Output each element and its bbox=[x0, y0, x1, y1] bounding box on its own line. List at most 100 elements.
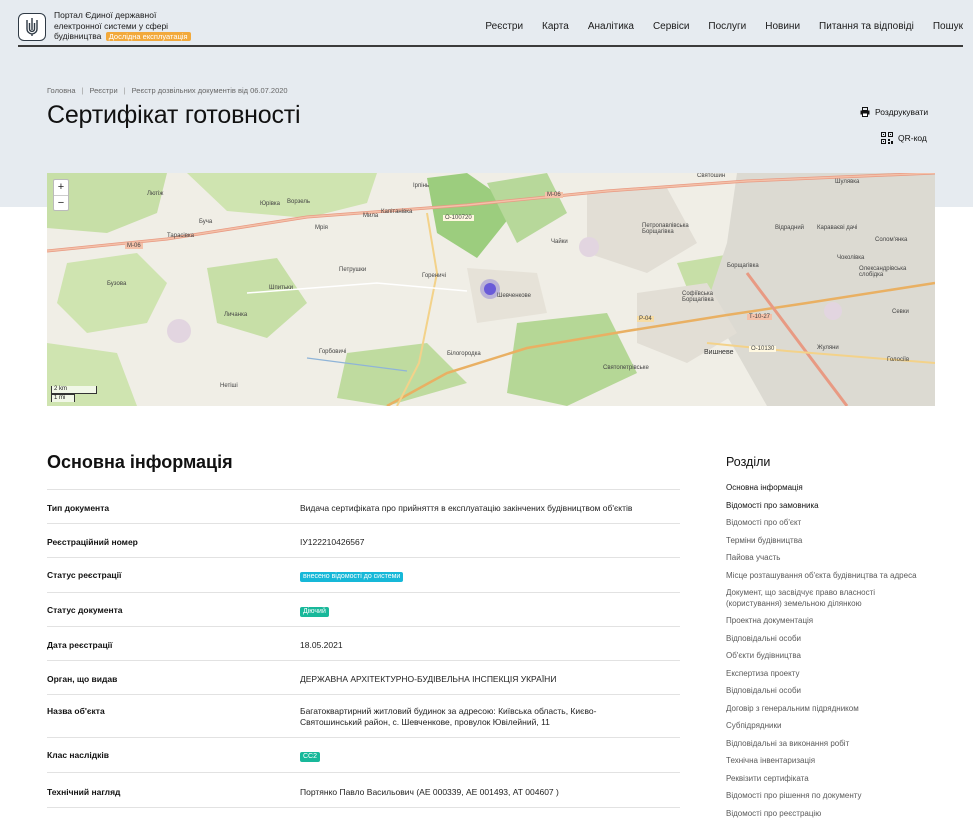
section-link[interactable]: Відомості про замовника bbox=[726, 501, 926, 512]
road-label: О-10130 bbox=[749, 346, 777, 352]
map-label: Горбовичі bbox=[319, 349, 347, 355]
map-label: Бучa bbox=[199, 219, 213, 225]
section-link[interactable]: Відомості про реєстрацію bbox=[726, 809, 926, 820]
nav-item-map[interactable]: Карта bbox=[542, 21, 569, 32]
map-label: Олександрівська слобідка bbox=[859, 266, 907, 278]
qr-button[interactable]: QR-код bbox=[881, 132, 927, 144]
map-label: Ірпінь bbox=[413, 183, 430, 189]
section-link[interactable]: Відомості про рішення по документу bbox=[726, 791, 926, 802]
section-link[interactable]: Терміни будівництва bbox=[726, 536, 926, 547]
print-button[interactable]: Роздрукувати bbox=[860, 107, 928, 117]
trident-logo-icon[interactable] bbox=[18, 12, 46, 41]
map-label: Тарасівка bbox=[167, 233, 195, 239]
table-row: Клас наслідків СС2 bbox=[47, 738, 680, 773]
map-zoom-control: + − bbox=[53, 179, 69, 211]
row-label: Тип документа bbox=[47, 503, 110, 513]
row-label: Реєстраційний номер bbox=[47, 537, 138, 547]
road-label: О-100720 bbox=[443, 215, 474, 221]
row-label: Технічний нагляд bbox=[47, 787, 121, 797]
page-title: Сертифікат готовності bbox=[47, 101, 301, 129]
row-label: Клас наслідків bbox=[47, 750, 109, 760]
section-link[interactable]: Субпідрядники bbox=[726, 721, 926, 732]
info-table: Тип документа Видача сертифіката про при… bbox=[47, 489, 680, 808]
nav-item-faq[interactable]: Питання та відповіді bbox=[819, 21, 914, 32]
map-label: Лютіж bbox=[147, 191, 164, 197]
road-label: Т-10-27 bbox=[747, 314, 773, 320]
map-label: Шпитьки bbox=[269, 285, 293, 291]
qr-label: QR-код bbox=[898, 133, 927, 143]
print-label: Роздрукувати bbox=[875, 107, 929, 117]
map-label: Софіївська Борщагівка bbox=[682, 291, 714, 303]
section-title: Основна інформація bbox=[47, 452, 233, 472]
section-link[interactable]: Пайова участь bbox=[726, 553, 926, 564]
section-link[interactable]: Відповідальні особи bbox=[726, 634, 926, 645]
table-row: Статус документа Діючий bbox=[47, 593, 680, 627]
section-link[interactable]: Технічна інвентаризація bbox=[726, 756, 926, 767]
map-label: Відрадний bbox=[775, 225, 805, 231]
sections-title: Розділи bbox=[726, 455, 771, 469]
printer-icon bbox=[860, 107, 870, 117]
section-link[interactable]: Договір з генеральним підрядником bbox=[726, 704, 926, 715]
row-value: 18.05.2021 bbox=[300, 640, 343, 650]
section-link[interactable]: Відповідальні особи bbox=[726, 686, 926, 697]
map-label: Ворзель bbox=[287, 199, 311, 205]
section-link[interactable]: Експертиза проекту bbox=[726, 669, 926, 680]
zoom-in-button[interactable]: + bbox=[54, 180, 68, 195]
map-label: Солом'янка bbox=[875, 237, 908, 243]
map-label: Жуляни bbox=[817, 345, 839, 351]
map-label: Борщагівка bbox=[727, 263, 759, 269]
row-value: Видача сертифіката про прийняття в експл… bbox=[300, 503, 633, 513]
map-label: Святошин bbox=[697, 173, 726, 179]
portal-title[interactable]: Портал Єдиної державної електронної сист… bbox=[54, 10, 194, 43]
map-label: Капітанівка bbox=[381, 209, 413, 215]
road-label: М-06 bbox=[125, 243, 143, 249]
breadcrumb-home[interactable]: Головна bbox=[47, 86, 76, 95]
map-label: Юрівка bbox=[260, 201, 281, 207]
map-label: Чоколівка bbox=[837, 255, 865, 261]
row-label: Назва об'єкта bbox=[47, 706, 105, 716]
nav-item-search[interactable]: Пошук bbox=[933, 21, 963, 32]
map-labels: Святошин Шулявка Вишневе Шевченкове Горб… bbox=[47, 173, 935, 406]
map-label: Личанка bbox=[224, 312, 248, 318]
map-label: Петрушки bbox=[339, 267, 367, 273]
row-label: Дата реєстрації bbox=[47, 640, 113, 650]
section-link[interactable]: Об'єкти будівництва bbox=[726, 651, 926, 662]
table-row: Орган, що видав ДЕРЖАВНА АРХІТЕКТУРНО-БУ… bbox=[47, 661, 680, 695]
table-row: Статус реєстрації внесено відомості до с… bbox=[47, 558, 680, 593]
top-bar: Портал Єдиної державної електронної сист… bbox=[18, 8, 963, 47]
row-value: ДЕРЖАВНА АРХІТЕКТУРНО-БУДІВЕЛЬНА ІНСПЕКЦ… bbox=[300, 674, 557, 684]
row-label: Орган, що видав bbox=[47, 674, 118, 684]
map-label: Гореничі bbox=[422, 273, 446, 279]
map-label: Вишневе bbox=[704, 349, 734, 356]
section-link[interactable]: Місце розташування об'єкта будівництва т… bbox=[726, 571, 926, 582]
section-link[interactable]: Основна інформація bbox=[726, 483, 926, 494]
map-label: Чайки bbox=[551, 239, 568, 245]
section-link[interactable]: Реквізити сертифіката bbox=[726, 774, 926, 785]
main-nav: Реєстри Карта Аналітика Сервіси Послуги … bbox=[485, 8, 963, 45]
zoom-out-button[interactable]: − bbox=[54, 195, 68, 210]
nav-item-registries[interactable]: Реєстри bbox=[485, 21, 523, 32]
breadcrumb-registries[interactable]: Реєстри bbox=[89, 86, 117, 95]
scale-mi: 1 mi bbox=[51, 394, 75, 402]
section-link[interactable]: Документ, що засвідчує право власності (… bbox=[726, 588, 926, 609]
row-label: Статус документа bbox=[47, 605, 123, 615]
map-label: Петропавлівська Борщагівка bbox=[642, 223, 689, 235]
nav-item-news[interactable]: Новини bbox=[765, 21, 800, 32]
map-label: Шулявка bbox=[835, 179, 860, 185]
nav-item-offerings[interactable]: Послуги bbox=[708, 21, 746, 32]
table-row: Дата реєстрації 18.05.2021 bbox=[47, 627, 680, 661]
breadcrumb-current[interactable]: Реєстр дозвільних документів від 06.07.2… bbox=[132, 86, 288, 95]
nav-item-analytics[interactable]: Аналітика bbox=[588, 21, 634, 32]
breadcrumb: Головна | Реєстри | Реєстр дозвільних до… bbox=[47, 86, 288, 95]
map-label: Білогородка bbox=[447, 351, 481, 357]
beta-badge: Дослідна експлуатація bbox=[105, 32, 191, 42]
map-label: Мрія bbox=[315, 225, 328, 231]
section-link[interactable]: Відомості про об'єкт bbox=[726, 518, 926, 529]
nav-item-services[interactable]: Сервіси bbox=[653, 21, 689, 32]
row-value: Портянко Павло Васильович (АЕ 000339, АЕ… bbox=[300, 787, 559, 797]
consequence-class-badge: СС2 bbox=[300, 752, 321, 762]
section-link[interactable]: Проектна документація bbox=[726, 616, 926, 627]
location-map[interactable]: Святошин Шулявка Вишневе Шевченкове Горб… bbox=[47, 173, 935, 406]
map-label: Караваєві дачі bbox=[817, 225, 858, 231]
section-link[interactable]: Відповідальні за виконання робіт bbox=[726, 739, 926, 750]
